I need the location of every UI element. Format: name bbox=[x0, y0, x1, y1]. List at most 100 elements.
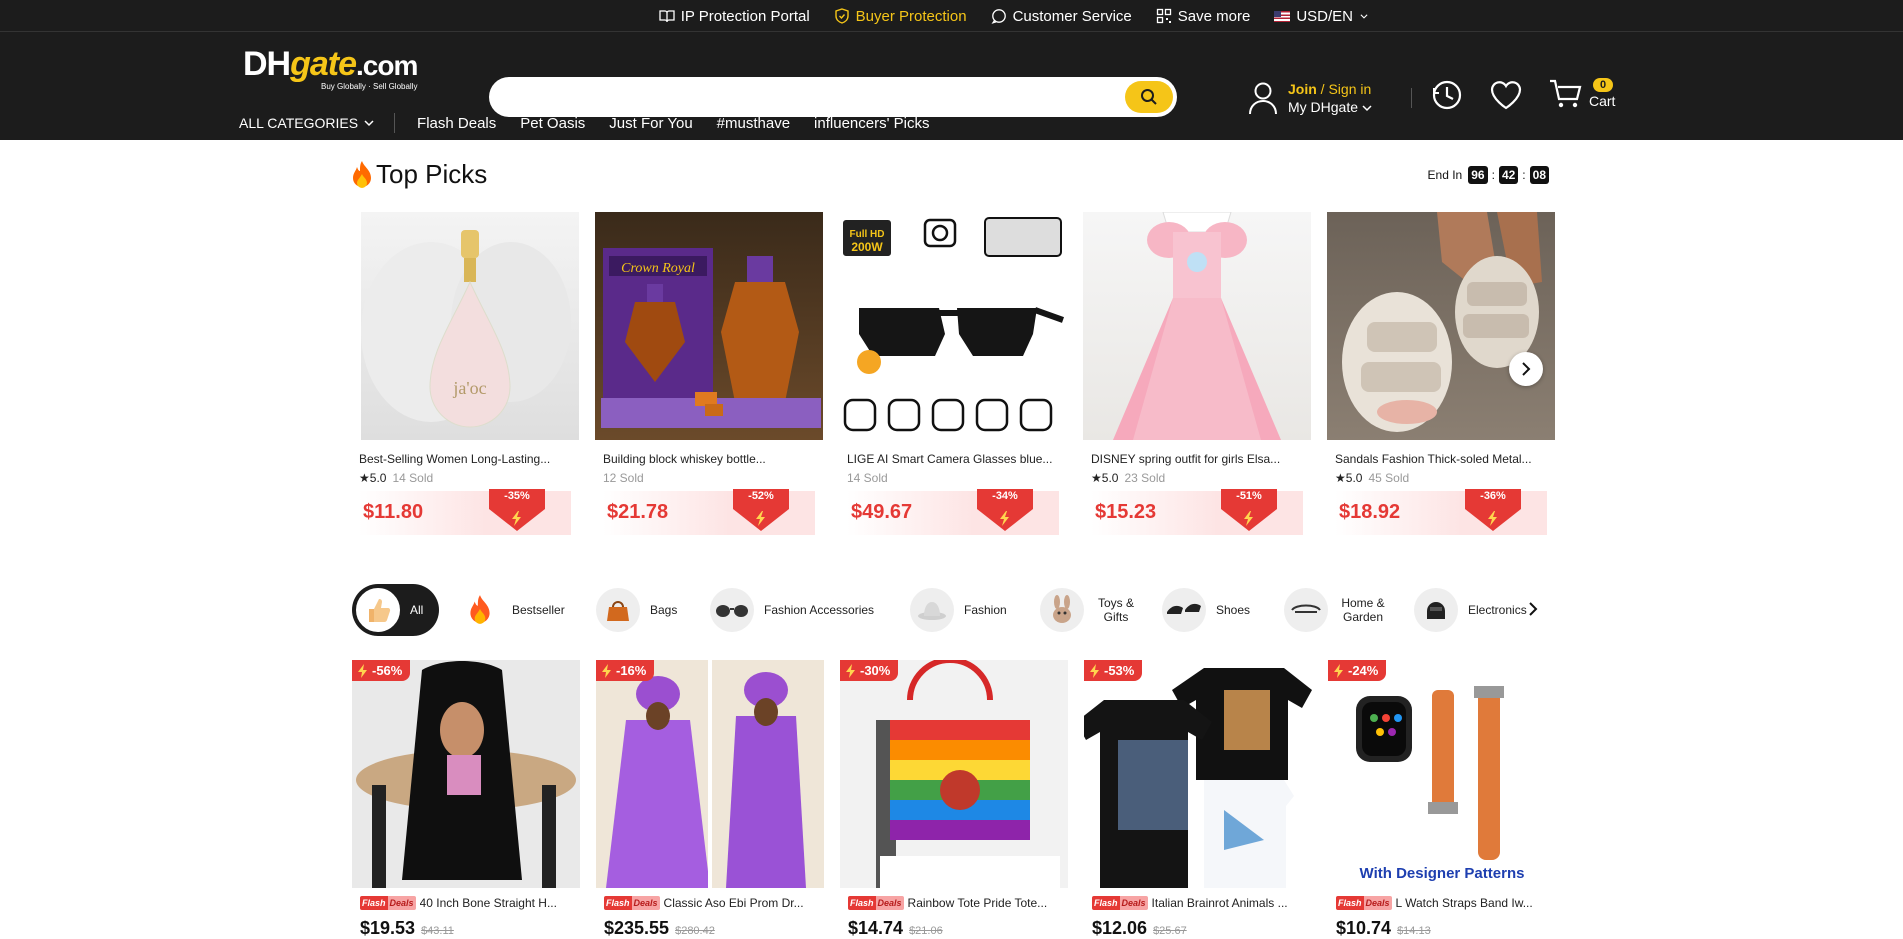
category-chip-all[interactable]: All bbox=[352, 584, 440, 636]
sold-count: 23 Sold bbox=[1124, 471, 1166, 485]
product-name[interactable]: DISNEY spring outfit for girls Elsa... bbox=[1083, 452, 1311, 466]
product-image[interactable]: -56% bbox=[352, 660, 580, 888]
us-flag-icon bbox=[1274, 10, 1291, 22]
product-card[interactable]: -53% Flash Deals Italian Brainrot Animals… bbox=[1084, 660, 1312, 939]
product-card[interactable]: -16% Flash Deals Classic Aso Ebi Prom Dr.… bbox=[596, 660, 824, 939]
product-title[interactable]: Rainbow Tote Pride Tote... bbox=[908, 896, 1048, 910]
product-image[interactable] bbox=[1327, 212, 1555, 440]
product-name[interactable]: LIGE AI Smart Camera Glasses blue... bbox=[839, 452, 1067, 466]
account-menu[interactable]: Join / Sign in My DHgate bbox=[1248, 78, 1372, 118]
top-pick-card[interactable]: ja'oc Best-Selling Women Long-Lasting...… bbox=[351, 212, 579, 535]
category-scroll-right[interactable] bbox=[1528, 602, 1538, 621]
rating-sold: ★5.0 23 Sold bbox=[1083, 471, 1311, 487]
category-chip-bags[interactable]: Bags bbox=[596, 584, 677, 636]
product-title[interactable]: 40 Inch Bone Straight H... bbox=[420, 896, 557, 910]
my-dhgate-dropdown[interactable]: My DHgate bbox=[1288, 99, 1372, 115]
currency-language-selector[interactable]: USD/EN bbox=[1274, 8, 1369, 25]
nav-item-musthave[interactable]: #musthave bbox=[717, 115, 790, 132]
ip-protection-link[interactable]: IP Protection Portal bbox=[659, 8, 810, 25]
flash-deals-tag-flash: Flash bbox=[1092, 896, 1120, 910]
category-chip-fashion[interactable]: Fashion bbox=[910, 584, 1007, 636]
product-title[interactable]: Italian Brainrot Animals ... bbox=[1152, 896, 1288, 910]
main-header: DHgate.com Buy Globally · Sell Globally … bbox=[0, 32, 1903, 140]
top-pick-card[interactable]: DISNEY spring outfit for girls Elsa... ★… bbox=[1083, 212, 1311, 535]
category-chip-home-garden[interactable]: Home & Garden bbox=[1284, 584, 1388, 636]
save-more-label: Save more bbox=[1177, 7, 1251, 25]
lightning-icon bbox=[846, 663, 855, 678]
flash-deals-tag: Flash Deals bbox=[604, 896, 660, 910]
product-image[interactable]: Full HD 200W bbox=[839, 212, 1067, 440]
product-title-row: Flash Deals Rainbow Tote Pride Tote... bbox=[840, 896, 1068, 910]
discount-badge: -35% bbox=[485, 489, 549, 538]
search-button[interactable] bbox=[1125, 81, 1173, 113]
product-name[interactable]: Best-Selling Women Long-Lasting... bbox=[351, 452, 579, 466]
product-image[interactable]: -24% With Designer Patterns bbox=[1328, 660, 1556, 888]
rainbow-tote-image bbox=[876, 660, 1060, 888]
join-signin: Join / Sign in bbox=[1288, 81, 1372, 97]
category-label: Shoes bbox=[1216, 603, 1251, 617]
discount-percent: -52% bbox=[748, 490, 774, 502]
sold-count: 14 Sold bbox=[847, 471, 888, 485]
top-pick-card[interactable]: Full HD 200W LIGE AI Smart Camera Glasse… bbox=[839, 212, 1067, 535]
search-input[interactable] bbox=[507, 85, 1087, 109]
currency-label: USD/EN bbox=[1296, 7, 1353, 25]
home-icon bbox=[1284, 588, 1328, 632]
product-name[interactable]: Building block whiskey bottle... bbox=[595, 452, 823, 466]
wishlist-heart-icon[interactable] bbox=[1489, 79, 1523, 111]
top-pick-card[interactable]: Crown Royal Building block whiskey bottl… bbox=[595, 212, 823, 535]
carousel-next-button[interactable] bbox=[1509, 352, 1543, 386]
product-grid: -56% Flash Deals 40 Inch Bone Straight H.… bbox=[352, 660, 1556, 938]
save-more-link[interactable]: Save more bbox=[1156, 7, 1251, 25]
category-chip-electronics[interactable]: Electronics bbox=[1414, 584, 1527, 636]
nav-item-just-for-you[interactable]: Just For You bbox=[609, 115, 692, 132]
fire-icon bbox=[353, 160, 371, 188]
customer-service-link[interactable]: Customer Service bbox=[991, 8, 1132, 25]
logo-com: .com bbox=[356, 50, 418, 81]
category-chip-shoes[interactable]: Shoes bbox=[1162, 584, 1250, 636]
lightning-icon bbox=[358, 663, 367, 678]
price: $12.06 bbox=[1092, 918, 1148, 938]
price-bar: $49.67 -34% bbox=[847, 489, 1059, 535]
join-link[interactable]: Join bbox=[1288, 81, 1317, 97]
discount-badge: -51% bbox=[1217, 489, 1281, 538]
product-image[interactable]: -53% bbox=[1084, 660, 1312, 888]
logo-gate: gate bbox=[290, 45, 357, 83]
chevron-right-icon bbox=[1529, 602, 1538, 616]
perfume-bottle-image: ja'oc bbox=[361, 230, 571, 428]
nav-item-flash-deals[interactable]: Flash Deals bbox=[417, 115, 496, 132]
svg-text:ja'oc: ja'oc bbox=[452, 378, 486, 398]
signin-link[interactable]: Sign in bbox=[1328, 81, 1371, 97]
all-categories-dropdown[interactable]: ALL CATEGORIES bbox=[239, 113, 396, 133]
product-title[interactable]: L Watch Straps Band Iw... bbox=[1396, 896, 1533, 910]
category-label: Bestseller bbox=[512, 603, 565, 617]
nav-item-influencers-picks[interactable]: influencers' Picks bbox=[814, 115, 929, 132]
product-name[interactable]: Sandals Fashion Thick-soled Metal... bbox=[1327, 452, 1555, 466]
category-chip-fashion-accessories[interactable]: Fashion Accessories bbox=[710, 584, 874, 636]
buyer-protection-link[interactable]: Buyer Protection bbox=[834, 8, 967, 25]
product-image[interactable]: Crown Royal bbox=[595, 212, 823, 440]
shoes-icon bbox=[1162, 588, 1206, 632]
svg-text:Crown Royal: Crown Royal bbox=[621, 261, 695, 276]
ip-protection-label: IP Protection Portal bbox=[680, 7, 810, 25]
product-title[interactable]: Classic Aso Ebi Prom Dr... bbox=[664, 896, 804, 910]
dhgate-logo[interactable]: DHgate.com Buy Globally · Sell Globally bbox=[243, 44, 423, 92]
flash-deals-tag-flash: Flash bbox=[848, 896, 876, 910]
lightning-icon bbox=[1090, 663, 1099, 678]
sold-count: 45 Sold bbox=[1368, 471, 1410, 485]
category-chip-toys-gifts[interactable]: Toys & Gifts bbox=[1040, 584, 1138, 636]
product-card[interactable]: -24% With Designer Patterns Flash Deals L… bbox=[1328, 660, 1556, 939]
price: $235.55 bbox=[604, 918, 670, 938]
product-image[interactable]: -16% bbox=[596, 660, 824, 888]
category-label: Fashion bbox=[964, 603, 1007, 617]
product-card[interactable]: -30% Flash Deals Rainbow Tote Pride Tote.… bbox=[840, 660, 1068, 939]
product-image[interactable] bbox=[1083, 212, 1311, 440]
product-image[interactable]: ja'oc bbox=[361, 212, 579, 440]
timer-minutes: 42 bbox=[1498, 166, 1519, 184]
nav-item-pet-oasis[interactable]: Pet Oasis bbox=[520, 115, 585, 132]
product-image[interactable]: -30% bbox=[840, 660, 1068, 888]
cart-button[interactable]: Cart 0 bbox=[1549, 78, 1615, 110]
product-card[interactable]: -56% Flash Deals 40 Inch Bone Straight H.… bbox=[352, 660, 580, 939]
category-chip-bestseller[interactable]: Bestseller bbox=[458, 584, 565, 636]
history-clock-icon[interactable] bbox=[1431, 79, 1463, 111]
category-label: Toys & Gifts bbox=[1097, 596, 1134, 624]
